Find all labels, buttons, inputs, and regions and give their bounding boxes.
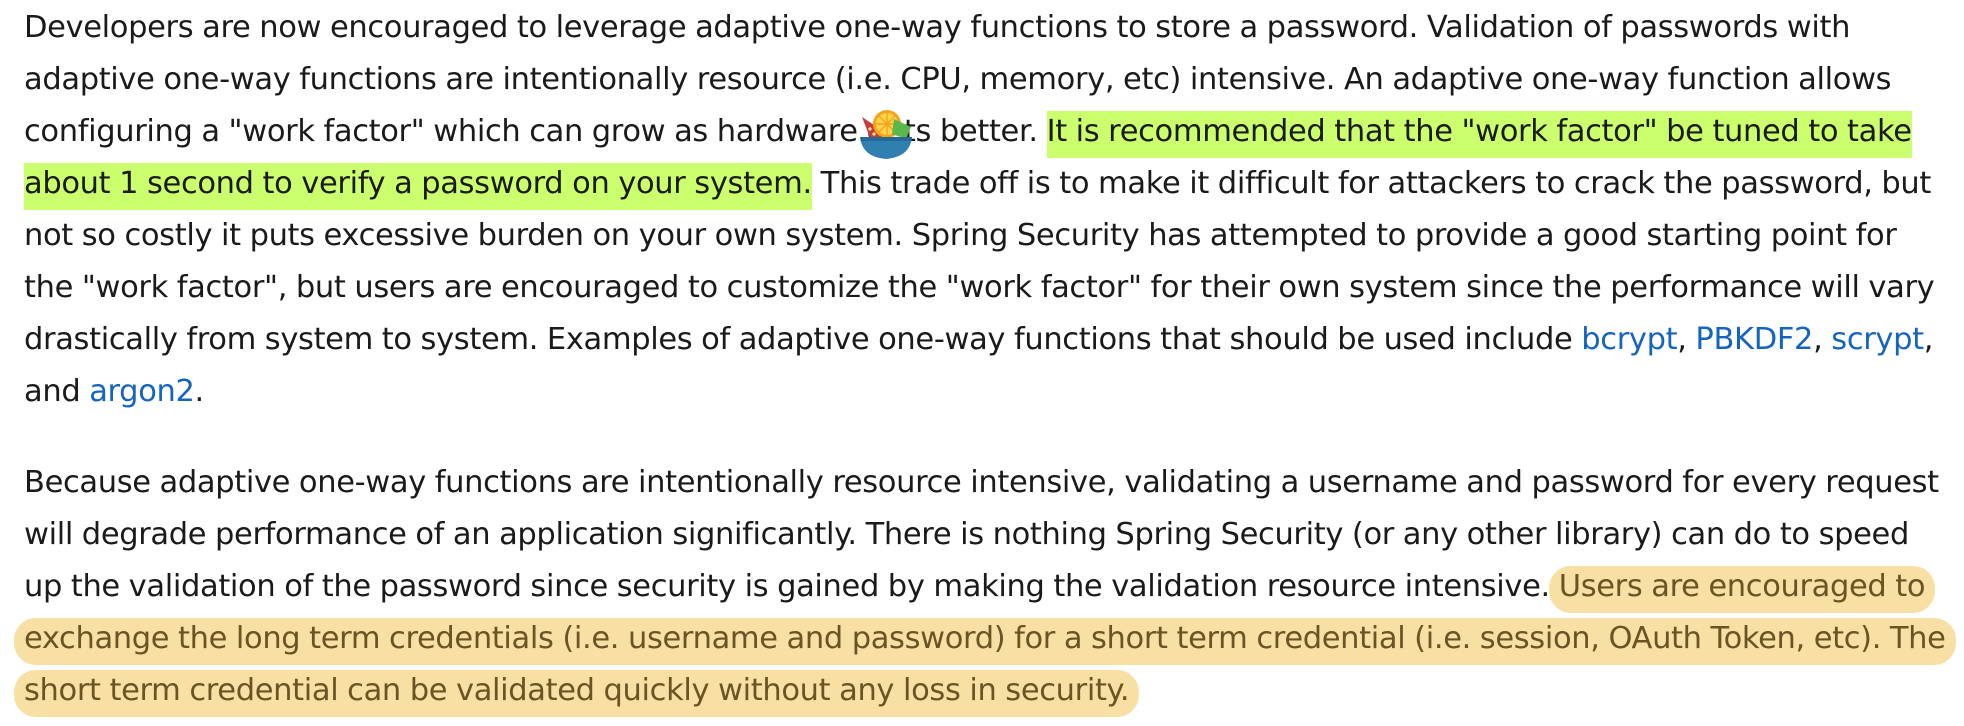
separator: , — [1677, 322, 1696, 357]
paragraph-performance: Because adaptive one-way functions are i… — [14, 457, 1956, 717]
fruit-bowl-icon[interactable] — [856, 107, 916, 167]
link-argon2[interactable]: argon2 — [89, 374, 195, 409]
link-scrypt[interactable]: scrypt — [1831, 322, 1924, 357]
link-bcrypt[interactable]: bcrypt — [1581, 322, 1677, 357]
link-pbkdf2[interactable]: PBKDF2 — [1695, 322, 1813, 357]
article-content: Developers are now encouraged to leverag… — [14, 0, 1956, 717]
period: . — [194, 374, 205, 409]
paragraph-adaptive-functions: Developers are now encouraged to leverag… — [24, 0, 1954, 418]
separator: , — [1813, 322, 1832, 357]
